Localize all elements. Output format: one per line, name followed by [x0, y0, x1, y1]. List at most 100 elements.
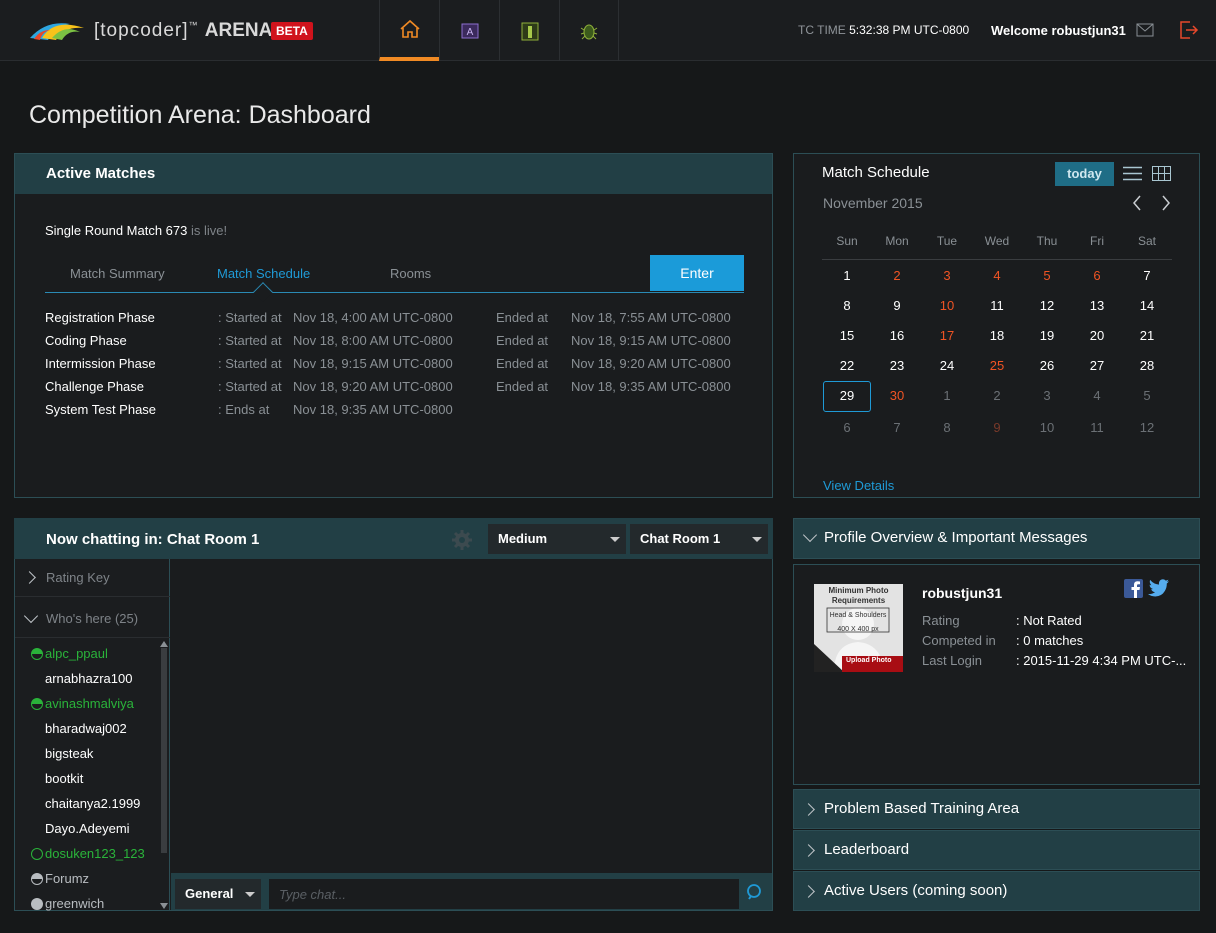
calendar-day[interactable]: 12: [1122, 420, 1172, 435]
chat-room-select[interactable]: Chat Room 1: [630, 524, 768, 554]
nav-tab-home[interactable]: [379, 0, 439, 61]
profile-value: : Not Rated: [1016, 613, 1082, 628]
search-icon[interactable]: [746, 884, 764, 902]
calendar-day[interactable]: 8: [822, 298, 872, 313]
list-view-icon[interactable]: [1123, 166, 1142, 181]
chat-user-name: bigsteak: [45, 746, 94, 761]
nav-tab-practice[interactable]: [499, 0, 559, 61]
chat-user[interactable]: alpc_ppaul: [31, 646, 108, 661]
calendar-day[interactable]: 6: [822, 420, 872, 435]
active-matches-title: Active Matches: [15, 154, 772, 194]
chat-user[interactable]: avinashmalviya: [31, 696, 134, 711]
phase-end-label: Ended at: [496, 333, 549, 348]
calendar-day[interactable]: 9: [972, 420, 1022, 435]
calendar-day[interactable]: 3: [922, 268, 972, 283]
calendar-day[interactable]: 4: [972, 268, 1022, 283]
difficulty-select[interactable]: Medium: [488, 524, 626, 554]
tab-rooms[interactable]: Rooms: [390, 266, 431, 281]
chevron-down-icon: [752, 537, 762, 542]
grid-view-icon[interactable]: [1152, 166, 1171, 181]
calendar-day[interactable]: 17: [922, 328, 972, 343]
scroll-up-icon[interactable]: [160, 641, 168, 647]
mail-icon[interactable]: [1136, 23, 1154, 37]
calendar-day[interactable]: 13: [1072, 298, 1122, 313]
calendar-day[interactable]: 10: [1022, 420, 1072, 435]
tc-time: TC TIME 5:32:38 PM UTC-0800: [798, 23, 969, 37]
chevron-down-icon: [610, 537, 620, 542]
next-month-icon[interactable]: [1161, 195, 1171, 211]
chat-user[interactable]: chaitanya2.1999: [45, 796, 140, 811]
today-button[interactable]: today: [1055, 162, 1114, 186]
chat-user-name: chaitanya2.1999: [45, 796, 141, 811]
chat-user[interactable]: Forumz: [31, 871, 89, 886]
calendar-day[interactable]: 5: [1022, 268, 1072, 283]
view-details-link[interactable]: View Details: [823, 478, 894, 493]
chat-user[interactable]: bigsteak: [45, 746, 93, 761]
calendar-day[interactable]: 28: [1122, 358, 1172, 373]
tab-match-schedule[interactable]: Match Schedule: [217, 266, 310, 281]
calendar-day[interactable]: 5: [1122, 388, 1172, 403]
day-of-week: Sun: [836, 234, 858, 248]
twitter-icon[interactable]: [1148, 579, 1169, 597]
chat-user-name: avinashmalviya: [45, 696, 134, 711]
calendar-day[interactable]: 2: [972, 388, 1022, 403]
calendar-day[interactable]: 7: [872, 420, 922, 435]
chat-scope-select[interactable]: General: [175, 879, 261, 909]
chat-user[interactable]: Dayo.Adeyemi: [45, 821, 130, 836]
calendar-divider: [822, 259, 1172, 260]
gear-icon[interactable]: [451, 529, 473, 551]
calendar-day[interactable]: 14: [1122, 298, 1172, 313]
nav-tab-arena[interactable]: A: [439, 0, 499, 61]
calendar-day[interactable]: 8: [922, 420, 972, 435]
calendar-day[interactable]: 4: [1072, 388, 1122, 403]
whos-here-toggle[interactable]: Who's here (25): [15, 600, 170, 638]
chat-user[interactable]: dosuken123_123: [31, 846, 145, 861]
nav-tab-bug[interactable]: [559, 0, 619, 61]
profile-username: robustjun31: [922, 585, 1003, 601]
calendar-day[interactable]: 11: [972, 298, 1022, 313]
calendar-day[interactable]: 27: [1072, 358, 1122, 373]
prev-month-icon[interactable]: [1132, 195, 1142, 211]
calendar-day[interactable]: 20: [1072, 328, 1122, 343]
live-match-name: Single Round Match 673: [45, 223, 188, 238]
profile-photo-placeholder[interactable]: Minimum Photo Requirements Head & Should…: [814, 584, 903, 672]
photo-size-text: 400 X 400 px: [837, 626, 879, 633]
calendar-day[interactable]: 29: [822, 388, 872, 403]
enter-button[interactable]: Enter: [650, 255, 744, 291]
calendar-day[interactable]: 1: [822, 268, 872, 283]
chat-user[interactable]: arnabhazra100: [45, 671, 132, 686]
calendar-day[interactable]: 30: [872, 388, 922, 403]
calendar-day[interactable]: 24: [922, 358, 972, 373]
calendar-day[interactable]: 25: [972, 358, 1022, 373]
calendar-day[interactable]: 23: [872, 358, 922, 373]
scroll-down-icon[interactable]: [160, 903, 168, 909]
phase-start-label: : Started at: [218, 333, 282, 348]
calendar-day[interactable]: 6: [1072, 268, 1122, 283]
calendar-day[interactable]: 9: [872, 298, 922, 313]
tab-match-summary[interactable]: Match Summary: [70, 266, 165, 281]
calendar-day[interactable]: 19: [1022, 328, 1072, 343]
rating-key-toggle[interactable]: Rating Key: [15, 559, 170, 597]
scrollbar-thumb[interactable]: [161, 648, 167, 853]
calendar-day[interactable]: 3: [1022, 388, 1072, 403]
calendar-day[interactable]: 12: [1022, 298, 1072, 313]
calendar-day[interactable]: 7: [1122, 268, 1172, 283]
calendar-day[interactable]: 21: [1122, 328, 1172, 343]
calendar-day[interactable]: 10: [922, 298, 972, 313]
calendar-day[interactable]: 22: [822, 358, 872, 373]
calendar-day[interactable]: 1: [922, 388, 972, 403]
chat-room-select-value: Chat Room 1: [640, 531, 721, 546]
logout-icon[interactable]: [1179, 21, 1199, 39]
calendar-day[interactable]: 26: [1022, 358, 1072, 373]
topcoder-logo[interactable]: [28, 18, 86, 42]
chat-input[interactable]: [269, 879, 739, 909]
chat-user[interactable]: greenwich: [31, 896, 104, 911]
calendar-day[interactable]: 15: [822, 328, 872, 343]
chat-user[interactable]: bharadwaj002: [45, 721, 127, 736]
chat-user[interactable]: bootkit: [45, 771, 83, 786]
calendar-day[interactable]: 2: [872, 268, 922, 283]
facebook-icon[interactable]: [1124, 579, 1143, 598]
calendar-day[interactable]: 11: [1072, 420, 1122, 435]
calendar-day[interactable]: 16: [872, 328, 922, 343]
calendar-day[interactable]: 18: [972, 328, 1022, 343]
